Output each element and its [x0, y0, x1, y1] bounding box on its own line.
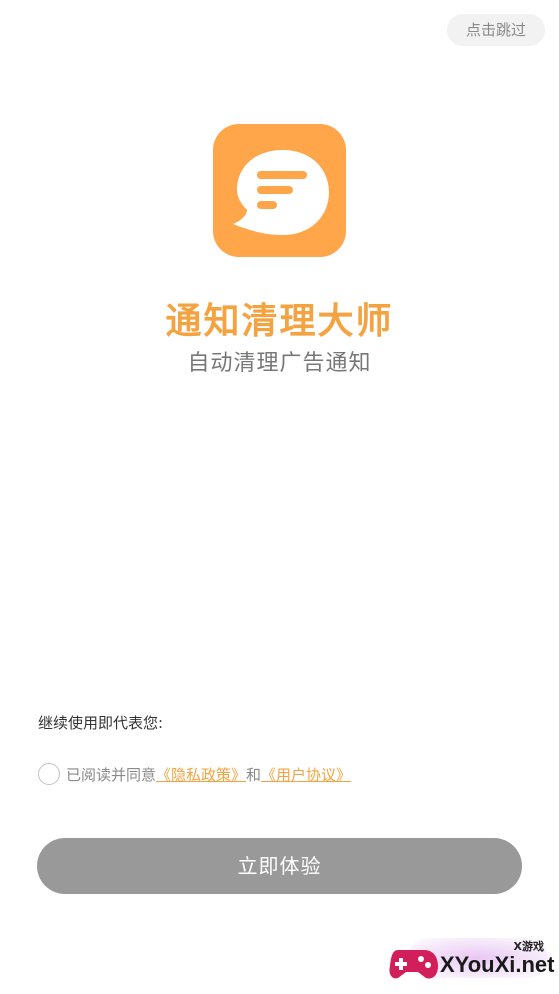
app-logo: [213, 124, 346, 257]
privacy-policy-link[interactable]: 《隐私政策》: [156, 764, 246, 785]
site-watermark: X游戏 XYouXi.net: [388, 936, 555, 986]
start-button[interactable]: 立即体验: [37, 838, 522, 894]
app-name: 通知清理大师: [165, 300, 394, 342]
user-agreement-link[interactable]: 《用户协议》: [261, 764, 351, 785]
agreement-prefix: 已阅读并同意: [66, 765, 157, 784]
skip-button[interactable]: 点击跳过: [447, 14, 545, 46]
agree-checkbox[interactable]: [38, 763, 60, 785]
chat-bubble-lines-icon: [233, 150, 329, 235]
agreement-row: 已阅读并同意 《隐私政策》 和 《用户协议》: [38, 761, 351, 787]
app-tagline: 自动清理广告通知: [187, 351, 372, 376]
splash-screen: 点击跳过 通知清理大师 自动清理广告通知 继续使用即代表您: 已阅读并同意 《隐…: [0, 0, 559, 994]
watermark-main-text: XYouXi.net: [440, 952, 555, 977]
agreement-connector: 和: [246, 765, 262, 784]
gamepad-icon: [389, 950, 438, 979]
agreement-notice: 继续使用即代表您:: [38, 714, 164, 732]
